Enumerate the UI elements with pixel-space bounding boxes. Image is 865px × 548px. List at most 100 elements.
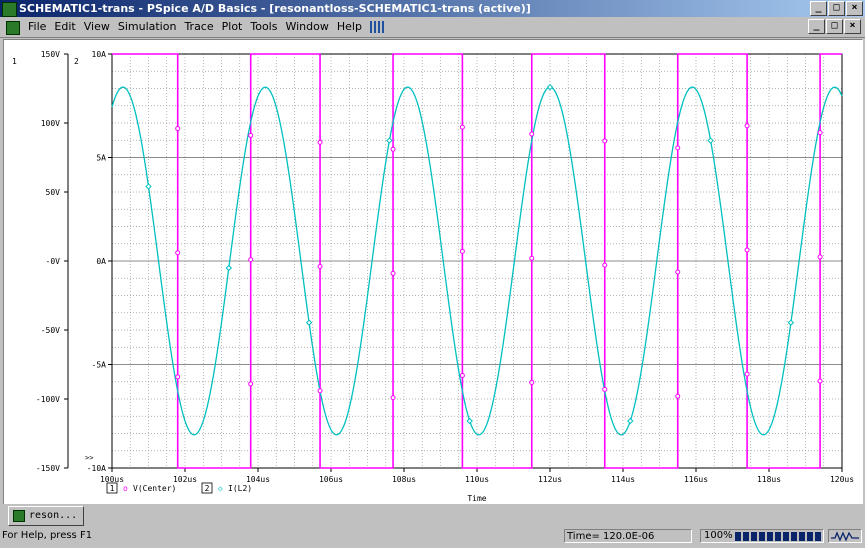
axis2-id: 2 bbox=[74, 57, 79, 66]
v-center-marker bbox=[175, 250, 181, 256]
menu-view[interactable]: View bbox=[80, 17, 114, 37]
window-title: SCHEMATIC1-trans - PSpice A/D Basics - [… bbox=[19, 2, 531, 15]
x-tick-label: 120us bbox=[830, 475, 854, 484]
menu-help[interactable]: Help bbox=[333, 17, 366, 37]
left-tick-label: 100V bbox=[41, 119, 60, 128]
v-center-marker bbox=[317, 388, 323, 394]
document-tab[interactable]: reson... bbox=[8, 506, 85, 526]
i-l2-marker bbox=[225, 264, 233, 272]
v-center-marker bbox=[317, 264, 323, 270]
menu-edit[interactable]: Edit bbox=[50, 17, 79, 37]
i-l2-marker bbox=[386, 137, 393, 144]
toolbar-grip-icon[interactable] bbox=[369, 21, 384, 33]
help-text: For Help, press F1 bbox=[2, 530, 93, 541]
v-center-marker bbox=[175, 126, 181, 132]
x-tick-label: 108us bbox=[392, 475, 416, 484]
left-tick-label: -50V bbox=[41, 326, 60, 335]
legend-axis-id: 1 bbox=[110, 484, 115, 493]
v-center-marker bbox=[459, 124, 465, 130]
x-tick-label: 118us bbox=[757, 475, 781, 484]
v-center-marker bbox=[459, 248, 465, 254]
left-tick-label: -100V bbox=[36, 395, 60, 404]
legend-axis-id: 2 bbox=[205, 484, 210, 493]
left-tick-label: 50V bbox=[46, 188, 61, 197]
document-tab-label: reson... bbox=[29, 510, 78, 521]
marker-glyph: >> bbox=[85, 454, 93, 462]
waveform-plot[interactable]: 1 2 150V 100V 50V -0V -50V -100V -150V 10A 5A 0A -5A… bbox=[4, 40, 862, 504]
menu-bar: File Edit View Simulation Trace Plot Tools Wind… bbox=[0, 17, 865, 38]
plot-window[interactable]: 1 2 150V 100V 50V -0V -50V -100V -150V 10A 5A 0A -5A… bbox=[3, 39, 863, 505]
restore-button[interactable]: □ bbox=[828, 1, 845, 16]
pspice-app-icon[interactable] bbox=[2, 2, 17, 17]
x-tick-label: 104us bbox=[246, 475, 270, 484]
v-center-marker bbox=[602, 138, 608, 144]
document-tab-bar: reson... bbox=[0, 504, 865, 528]
i-l2-marker bbox=[305, 319, 313, 326]
time-readout: Time= 120.0E-06 bbox=[564, 529, 692, 543]
v-center-marker bbox=[529, 379, 535, 385]
right-tick-label: -10A bbox=[87, 464, 106, 473]
menu-file[interactable]: File bbox=[24, 17, 50, 37]
left-tick-label: -0V bbox=[46, 257, 61, 266]
legend-marker-symbol: o bbox=[123, 484, 128, 493]
left-tick-label: 150V bbox=[41, 50, 60, 59]
doc-close-button[interactable]: × bbox=[844, 19, 861, 34]
menu-trace[interactable]: Trace bbox=[180, 17, 217, 37]
close-button[interactable]: × bbox=[846, 1, 863, 16]
doc-minimize-button[interactable]: _ bbox=[808, 19, 825, 34]
waveform-doc-icon bbox=[13, 510, 25, 522]
document-icon[interactable] bbox=[6, 21, 20, 35]
x-tick-label: 114us bbox=[611, 475, 635, 484]
x-tick-label: 112us bbox=[538, 475, 562, 484]
menu-plot[interactable]: Plot bbox=[218, 17, 247, 37]
v-center-marker bbox=[248, 381, 254, 387]
v-center-marker bbox=[248, 132, 254, 138]
v-center-marker bbox=[744, 371, 750, 377]
legend-marker-symbol: ◇ bbox=[218, 484, 223, 493]
doc-restore-button[interactable]: □ bbox=[826, 19, 843, 34]
i-l2-marker bbox=[787, 319, 795, 326]
x-tick-label: 116us bbox=[684, 475, 708, 484]
v-center-marker bbox=[675, 145, 681, 151]
v-center-marker bbox=[817, 378, 823, 384]
axis1-id: 1 bbox=[12, 57, 17, 66]
i-l2-marker bbox=[145, 183, 152, 190]
v-center-marker bbox=[602, 386, 608, 392]
v-center-marker bbox=[317, 139, 323, 145]
v-center-marker bbox=[459, 373, 465, 379]
v-center-marker bbox=[390, 395, 396, 401]
simulation-progress-bar bbox=[735, 532, 821, 541]
menu-window[interactable]: Window bbox=[281, 17, 332, 37]
menu-simulation[interactable]: Simulation bbox=[114, 17, 181, 37]
x-axis-label: Time bbox=[467, 494, 486, 503]
v-center-marker bbox=[817, 254, 823, 260]
v-center-marker bbox=[390, 146, 396, 152]
v-center-marker bbox=[744, 247, 750, 253]
right-tick-label: -5A bbox=[92, 361, 107, 370]
legend-series-name: I(L2) bbox=[228, 484, 252, 493]
v-center-marker bbox=[744, 123, 750, 129]
legend-series-name: V(Center) bbox=[133, 484, 176, 493]
v-center-marker bbox=[529, 131, 535, 137]
zoom-level: 100% bbox=[704, 530, 733, 541]
x-tick-label: 102us bbox=[173, 475, 197, 484]
v-center-marker bbox=[675, 269, 681, 275]
v-center-marker bbox=[602, 262, 608, 268]
v-center-marker bbox=[817, 130, 823, 136]
waveform-status-icon bbox=[828, 529, 862, 543]
right-tick-label: 10A bbox=[92, 50, 107, 59]
i-l2-marker bbox=[546, 83, 554, 91]
v-center-marker bbox=[175, 374, 181, 380]
i-l2-marker bbox=[466, 417, 473, 425]
v-center-marker bbox=[390, 270, 396, 276]
title-bar: SCHEMATIC1-trans - PSpice A/D Basics - [… bbox=[0, 0, 865, 17]
minimize-button[interactable]: _ bbox=[810, 1, 827, 16]
x-tick-label: 106us bbox=[319, 475, 343, 484]
v-center-marker bbox=[675, 393, 681, 399]
menu-tools[interactable]: Tools bbox=[246, 17, 281, 37]
right-tick-label: 0A bbox=[96, 257, 106, 266]
left-tick-label: -150V bbox=[36, 464, 60, 473]
status-bar: For Help, press F1 Time= 120.0E-06 100% bbox=[0, 528, 865, 544]
x-tick-label: 110us bbox=[465, 475, 489, 484]
zoom-panel: 100% bbox=[700, 529, 824, 543]
